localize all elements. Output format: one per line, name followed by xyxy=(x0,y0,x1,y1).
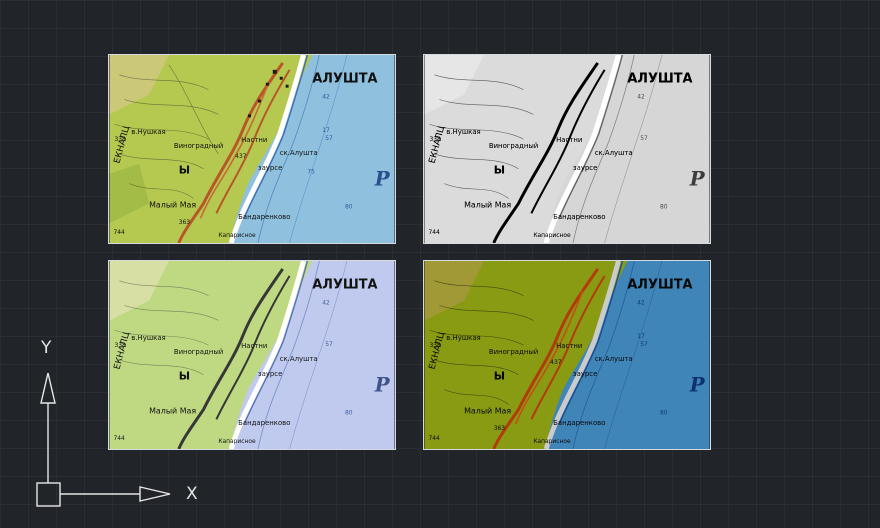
map-image-enhanced[interactable]: АЛУШТА в.Нушкая Виноградный Настни ск.Ал… xyxy=(423,260,711,450)
map-label-sea: Р xyxy=(374,167,391,191)
map-number-peak2: 744 xyxy=(113,229,125,236)
map-number-peak2: 744 xyxy=(428,435,440,442)
map-number-sea2: 17 xyxy=(637,333,645,340)
map-label-zaurso: заурсе xyxy=(573,164,597,172)
map-label-bondarenkovo: Бандаренково xyxy=(238,419,290,427)
map-number-peak4: 363 xyxy=(179,219,191,226)
map-number-sea3: 57 xyxy=(325,135,333,142)
map-label-city: АЛУШТА xyxy=(627,278,692,293)
map-label-alushta-lower: ск.Алушта xyxy=(595,355,633,363)
map-label-alushta-lower: ск.Алушта xyxy=(280,355,318,363)
map-number-peak3: 437 xyxy=(550,359,562,366)
map-graphic-grayscale: АЛУШТА в.Нушкая Виноградный Настни ск.Ал… xyxy=(424,55,710,243)
map-label-bondarenkovo: Бандаренково xyxy=(238,213,290,221)
map-label-city: АЛУШТА xyxy=(627,72,692,87)
map-graphic-enhanced: АЛУШТА в.Нушкая Виноградный Настни ск.Ал… xyxy=(424,261,710,449)
map-number-sea1: 42 xyxy=(322,94,330,101)
map-label-sea: Р xyxy=(689,167,706,191)
map-number-sea1: 42 xyxy=(637,94,645,101)
map-label-kalapisnoe: Капарисное xyxy=(533,232,571,239)
map-label-malyi: Малый Мая xyxy=(464,200,511,209)
map-label-kalapisnoe: Капарисное xyxy=(218,438,256,445)
map-image-original[interactable]: АЛУШТА в.Нушкая Виноградный Настни ск.Ал… xyxy=(108,54,396,244)
map-number-sea1: 42 xyxy=(637,300,645,307)
map-number-peak2: 744 xyxy=(428,229,440,236)
map-label-nastya: Настни xyxy=(241,136,267,144)
ucs-y-label: Y xyxy=(41,338,52,358)
map-label-city: АЛУШТА xyxy=(312,278,377,293)
map-label-bondarenkovo: Бандаренково xyxy=(553,213,605,221)
map-label-nushka: в.Нушкая xyxy=(131,128,165,136)
map-label-zaurso: заурсе xyxy=(573,370,597,378)
map-number-sea3: 57 xyxy=(640,341,648,348)
map-label-zaurso: заурсе xyxy=(258,164,282,172)
map-number-sea4: 80 xyxy=(345,409,353,416)
map-number-sea3: 57 xyxy=(640,135,648,142)
map-label-nastya: Настни xyxy=(556,136,582,144)
map-label-vinogradny: Виноградный xyxy=(174,142,223,150)
map-label-nushka: в.Нушкая xyxy=(446,334,480,342)
map-label-sea: Р xyxy=(689,373,706,397)
map-label-nastya: Настни xyxy=(556,342,582,350)
map-label-vinogradny: Виноградный xyxy=(489,142,538,150)
map-label-kalapisnoe: Капарисное xyxy=(218,232,256,239)
map-number-sea5: 75 xyxy=(307,169,315,176)
ucs-icon[interactable] xyxy=(30,335,210,515)
map-graphic: АЛУШТА в.Нушкая Виноградный Настни ск.Ал… xyxy=(109,55,395,243)
map-label-zaurso: заурсе xyxy=(258,370,282,378)
map-label-kalapisnoe: Капарисное xyxy=(533,438,571,445)
map-label-nastya: Настни xyxy=(241,342,267,350)
map-label-malyi: Малый Мая xyxy=(464,406,511,415)
map-label-side: Ы xyxy=(494,370,505,383)
map-number-sea4: 80 xyxy=(345,203,353,210)
map-number-peak4: 363 xyxy=(494,425,506,432)
map-number-sea3: 57 xyxy=(325,341,333,348)
map-number-sea2: 17 xyxy=(322,127,330,134)
map-label-side: Ы xyxy=(494,164,505,177)
map-image-grayscale[interactable]: АЛУШТА в.Нушкая Виноградный Настни ск.Ал… xyxy=(423,54,711,244)
map-number-sea4: 80 xyxy=(660,409,668,416)
map-label-nushka: в.Нушкая xyxy=(446,128,480,136)
map-label-bondarenkovo: Бандаренково xyxy=(553,419,605,427)
map-number-sea4: 80 xyxy=(660,203,668,210)
ucs-x-label: X xyxy=(186,484,198,504)
map-label-city: АЛУШТА xyxy=(312,72,377,87)
drawing-canvas[interactable]: АЛУШТА в.Нушкая Виноградный Настни ск.Ал… xyxy=(0,0,880,528)
map-label-side: Ы xyxy=(179,164,190,177)
map-label-vinogradny: Виноградный xyxy=(489,348,538,356)
map-label-alushta-lower: ск.Алушта xyxy=(595,149,633,157)
map-number-peak3: 437 xyxy=(235,153,247,160)
map-number-sea1: 42 xyxy=(322,300,330,307)
map-label-alushta-lower: ск.Алушта xyxy=(280,149,318,157)
map-label-malyi: Малый Мая xyxy=(149,200,196,209)
map-label-sea: Р xyxy=(374,373,391,397)
